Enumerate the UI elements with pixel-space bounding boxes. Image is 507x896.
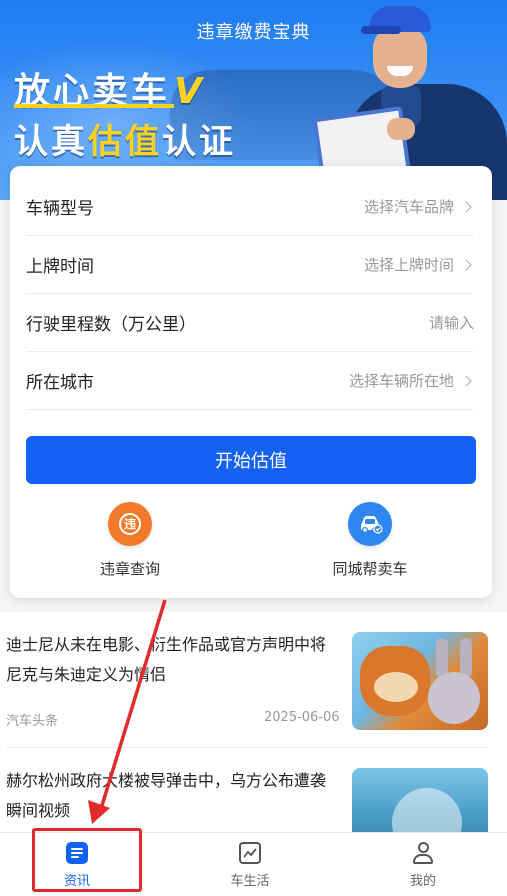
- form-row-mileage[interactable]: 行驶里程数（万公里） 请输入: [26, 294, 474, 352]
- registration-date-label: 上牌时间: [26, 257, 94, 277]
- registration-date-value: 选择上牌时间: [363, 256, 454, 274]
- smoke-cloud: [392, 788, 462, 832]
- violation-query-icon[interactable]: 违: [108, 502, 152, 546]
- mileage-input[interactable]: 请输入: [429, 312, 474, 333]
- tab-profile[interactable]: 我的: [363, 833, 483, 896]
- form-row-registration-date[interactable]: 上牌时间 选择上牌时间: [26, 236, 474, 294]
- news-thumbnail[interactable]: [352, 768, 488, 832]
- city-select[interactable]: 选择车辆所在地: [349, 370, 474, 391]
- fox-muzzle: [374, 672, 418, 702]
- news-source: 汽车头条: [6, 714, 59, 729]
- slogan-line-2-pre: 认真: [14, 122, 88, 162]
- slogan-line-2-highlight: 估值: [88, 122, 162, 162]
- trend-line: [243, 847, 257, 858]
- news-title[interactable]: 迪士尼从未在电影、衍生作品或官方声明中将尼克与朱迪定义为情侣: [6, 630, 336, 690]
- news-item[interactable]: 迪士尼从未在电影、衍生作品或官方声明中将尼克与朱迪定义为情侣 汽车头条 2025…: [6, 630, 488, 740]
- checkmark-v-icon: V: [174, 71, 205, 112]
- mechanic-hand: [387, 118, 415, 140]
- profile-icon-shoulders: [413, 853, 433, 864]
- slogan-line-2-post: 认证: [162, 122, 236, 162]
- slogan-line-2: 认真估值认证: [14, 114, 236, 163]
- profile-icon-head: [418, 841, 429, 853]
- sell-car-label: 同城帮卖车: [332, 560, 408, 578]
- news-date: 2025-06-06: [264, 710, 340, 725]
- news-divider: [6, 747, 488, 748]
- news-title[interactable]: 赫尔松州政府大楼被导弹击中，乌方公布遭袭瞬间视频: [6, 766, 336, 826]
- valuation-form-card: 车辆型号 选择汽车品牌 上牌时间 选择上牌时间 行驶里程数（万公里） 请输入 所…: [10, 166, 492, 598]
- car-sell-icon[interactable]: [348, 502, 392, 546]
- mechanic-face: [373, 26, 427, 88]
- car-glyph: [361, 516, 383, 534]
- chevron-right-icon: [460, 258, 472, 271]
- form-row-city[interactable]: 所在城市 选择车辆所在地: [26, 352, 474, 410]
- car-model-value: 选择汽车品牌: [363, 198, 454, 216]
- city-label: 所在城市: [26, 373, 94, 393]
- bunny-character: [428, 672, 480, 724]
- tab-car-life-label: 车生活: [230, 873, 270, 889]
- tab-car-life[interactable]: 车生活: [190, 833, 310, 896]
- quick-action-sell-car[interactable]: 同城帮卖车: [290, 502, 450, 579]
- mileage-label: 行驶里程数（万公里）: [26, 315, 196, 335]
- registration-date-select[interactable]: 选择上牌时间: [364, 254, 474, 275]
- news-thumbnail[interactable]: [352, 632, 488, 730]
- news-item[interactable]: 赫尔松州政府大楼被导弹击中，乌方公布遭袭瞬间视频: [6, 766, 488, 832]
- news-list: 迪士尼从未在电影、衍生作品或官方声明中将尼克与朱迪定义为情侣 汽车头条 2025…: [0, 612, 507, 832]
- bunny-ear: [460, 638, 472, 678]
- violation-glyph: 违: [119, 513, 141, 535]
- quick-action-violation-query[interactable]: 违 违章查询: [50, 502, 210, 579]
- car-model-label: 车辆型号: [26, 199, 94, 219]
- chevron-right-icon: [460, 374, 472, 387]
- start-valuation-button[interactable]: 开始估值: [26, 436, 476, 484]
- slogan-underline: [14, 104, 174, 108]
- form-row-car-model[interactable]: 车辆型号 选择汽车品牌: [26, 178, 474, 236]
- car-model-select[interactable]: 选择汽车品牌: [364, 196, 474, 217]
- tab-profile-label: 我的: [409, 873, 436, 889]
- mechanic-cap-brim: [361, 26, 401, 34]
- city-value: 选择车辆所在地: [348, 372, 454, 390]
- car-life-icon: [239, 841, 261, 864]
- annotation-highlight-box: [32, 828, 142, 892]
- chevron-right-icon: [460, 200, 472, 213]
- violation-query-label: 违章查询: [99, 560, 160, 578]
- profile-icon: [412, 841, 434, 864]
